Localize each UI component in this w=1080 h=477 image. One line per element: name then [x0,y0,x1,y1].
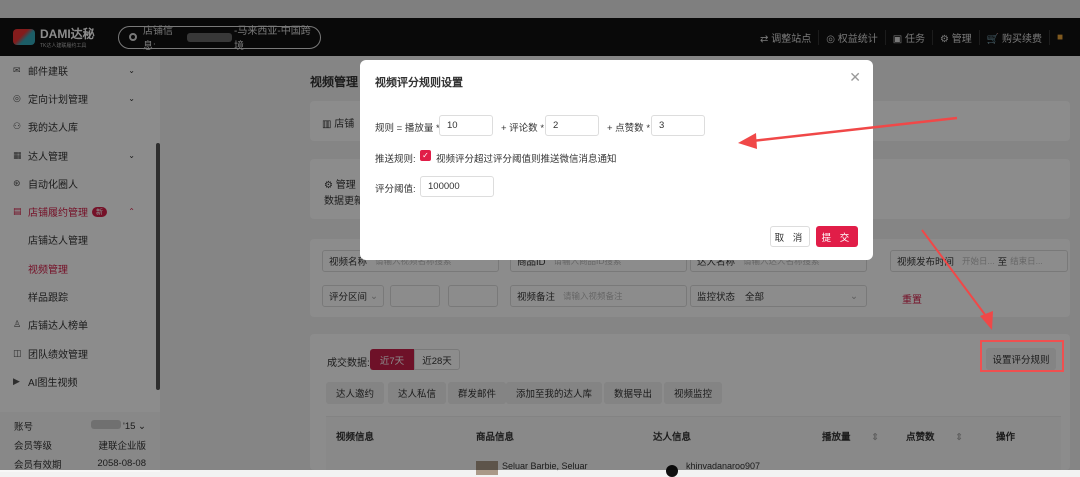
arrowhead-icon [738,133,757,149]
arrowhead-icon [980,311,993,330]
annotation-arrows [738,116,993,330]
arrow-to-button [921,229,987,317]
arrow-to-modal [751,116,958,143]
